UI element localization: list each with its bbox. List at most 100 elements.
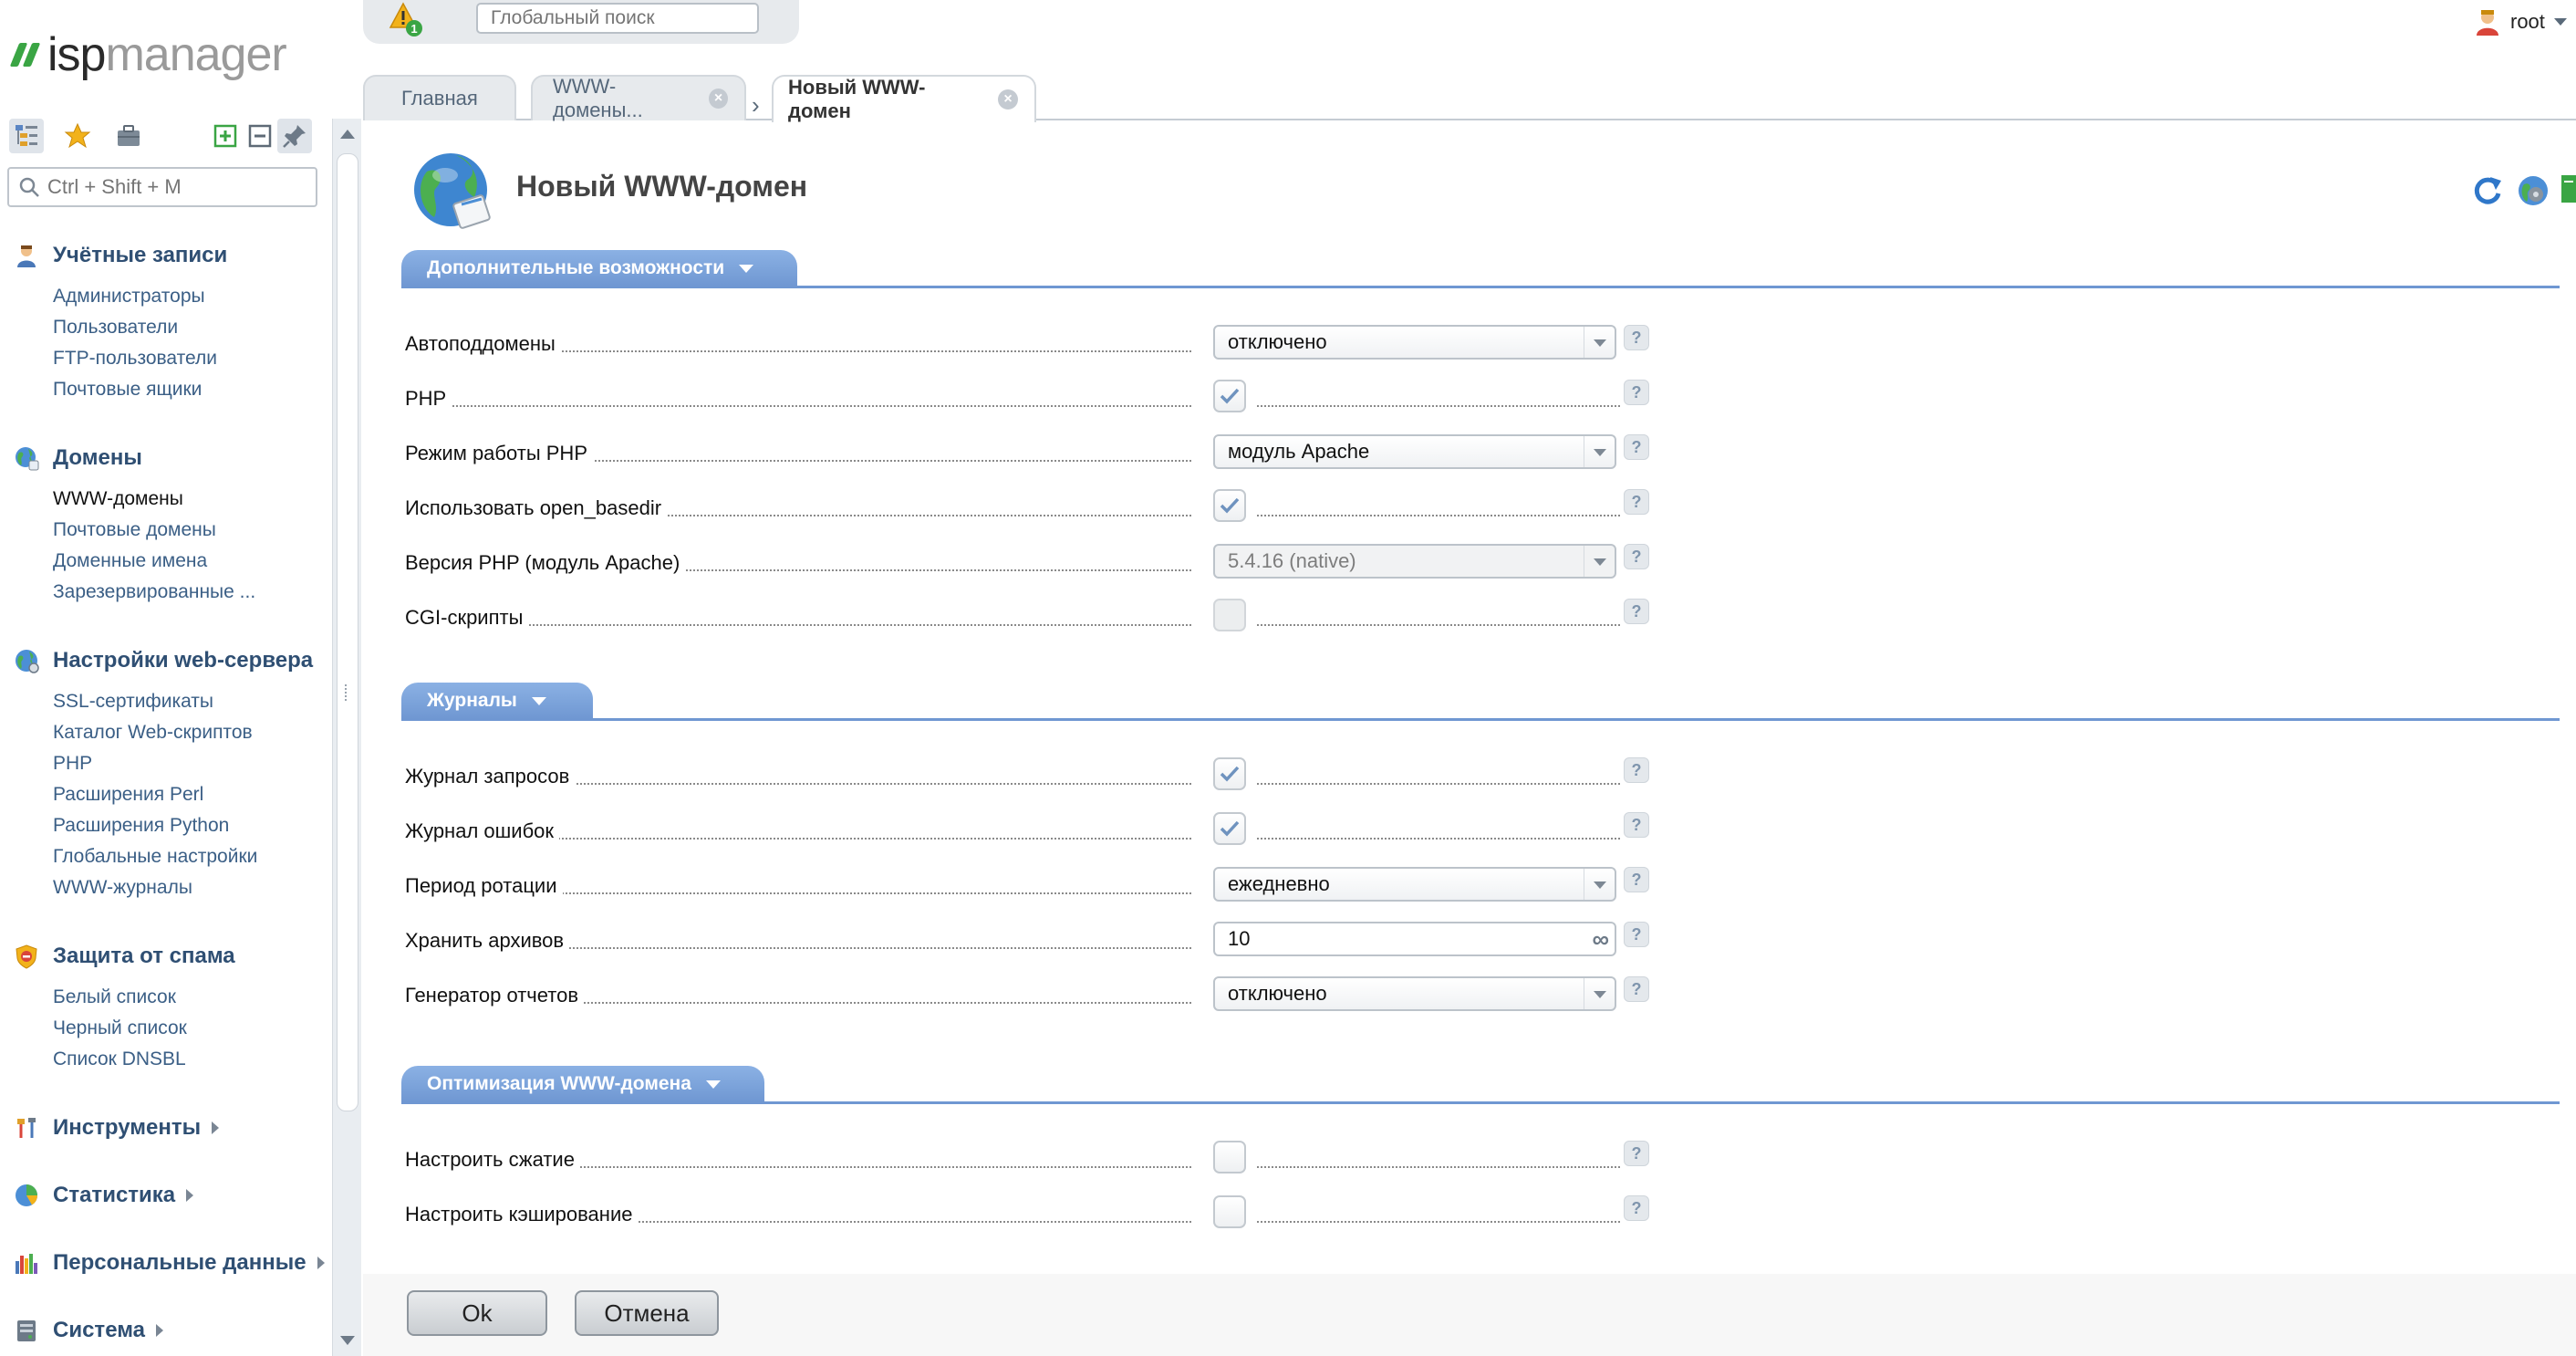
sidebar-search-input[interactable]	[47, 175, 312, 199]
help-icon[interactable]: ?	[1624, 1141, 1649, 1166]
sidebar-item-users[interactable]: Пользователи	[53, 312, 227, 343]
tab-www-domains[interactable]: WWW-домены... ×	[531, 75, 746, 121]
error-log-checkbox[interactable]	[1213, 812, 1246, 845]
ispmanager-logo[interactable]: ispmanager	[9, 26, 287, 84]
help-icon[interactable]: ?	[1624, 599, 1649, 624]
help-icon[interactable]: ?	[1624, 380, 1649, 405]
globe-settings-icon[interactable]	[2516, 173, 2550, 208]
sidebar-item-reserved[interactable]: Зарезервированные ...	[53, 577, 255, 608]
sidebar-item-global-settings[interactable]: Глобальные настройки	[53, 841, 313, 872]
cgi-scripts-checkbox[interactable]	[1213, 599, 1246, 631]
collapse-all-icon[interactable]	[243, 119, 277, 153]
menu-group-title: Домены	[53, 445, 142, 470]
menu-group-title: Настройки web-сервера	[53, 648, 314, 673]
sidebar-item-mailboxes[interactable]: Почтовые ящики	[53, 374, 227, 405]
leader-dots	[1257, 1221, 1620, 1223]
infinity-icon[interactable]: ∞	[1592, 927, 1609, 951]
user-menu[interactable]: root	[2474, 5, 2567, 38]
field-label: CGI-скрипты	[405, 606, 529, 630]
section-extra-features-header[interactable]: Дополнительные возможности	[401, 250, 797, 287]
ok-button[interactable]: Ok	[407, 1290, 547, 1336]
sidebar-item-www-logs[interactable]: WWW-журналы	[53, 872, 313, 903]
sidebar-item-ftp-users[interactable]: FTP-пользователи	[53, 343, 227, 374]
alert-count: 1	[410, 22, 417, 36]
scroll-up-arrow-icon[interactable]	[340, 130, 355, 139]
menu-group-system-header[interactable]: Система	[13, 1314, 164, 1347]
access-log-checkbox[interactable]	[1213, 757, 1246, 790]
resize-grip-icon[interactable]	[345, 684, 348, 701]
tab-new-www-domain[interactable]: Новый WWW-домен ×	[772, 75, 1036, 122]
close-tab-icon[interactable]: ×	[998, 89, 1018, 110]
help-icon[interactable]: ?	[1624, 434, 1649, 460]
sidebar-item-domain-names[interactable]: Доменные имена	[53, 546, 255, 577]
global-search-input[interactable]	[476, 3, 759, 34]
php-checkbox[interactable]	[1213, 380, 1246, 412]
pin-icon[interactable]	[277, 119, 312, 153]
help-icon[interactable]: ?	[1624, 544, 1649, 569]
sidebar-item-blacklist[interactable]: Черный список	[53, 1013, 235, 1044]
open-basedir-checkbox[interactable]	[1213, 489, 1246, 522]
sidebar-item-python-extensions[interactable]: Расширения Python	[53, 810, 313, 841]
report-generator-select[interactable]: отключено	[1213, 976, 1616, 1011]
help-icon[interactable]: ?	[1624, 867, 1649, 892]
menu-group-tools-header[interactable]: Инструменты	[13, 1111, 220, 1144]
select-value: отключено	[1228, 982, 1327, 1005]
menu-group-statistics-header[interactable]: Статистика	[13, 1179, 194, 1212]
help-icon[interactable]: ?	[1624, 922, 1649, 947]
sidebar-item-dnsbl[interactable]: Список DNSBL	[53, 1044, 235, 1075]
menu-group-personal-data-header[interactable]: Персональные данные	[13, 1246, 325, 1279]
sidebar-item-whitelist[interactable]: Белый список	[53, 982, 235, 1013]
menu-group-spam-header[interactable]: Защита от спама	[13, 940, 235, 973]
tree-view-icon[interactable]	[9, 119, 44, 153]
sidebar-item-ssl-certificates[interactable]: SSL-сертификаты	[53, 686, 313, 717]
leader-dots	[1257, 1166, 1620, 1168]
php-mode-select[interactable]: модуль Apache	[1213, 434, 1616, 469]
help-icon[interactable]: ?	[1624, 812, 1649, 838]
leader-dots	[1257, 838, 1620, 840]
help-icon[interactable]: ?	[1624, 1195, 1649, 1221]
field-php-version: Версия PHP (модуль Apache) 5.4.16 (nativ…	[405, 544, 1664, 580]
field-label: Настроить кэширование	[405, 1203, 639, 1226]
close-tab-icon[interactable]: ×	[709, 89, 728, 109]
scroll-down-arrow-icon[interactable]	[340, 1336, 355, 1345]
sidebar-item-administrators[interactable]: Администраторы	[53, 281, 227, 312]
field-label: Использовать open_basedir	[405, 496, 668, 520]
help-icon[interactable]: ?	[1624, 757, 1649, 783]
expand-all-icon[interactable]	[208, 119, 243, 153]
sidebar-item-web-scripts[interactable]: Каталог Web-скриптов	[53, 717, 313, 748]
caching-checkbox[interactable]	[1213, 1195, 1246, 1228]
sidebar-item-php[interactable]: PHP	[53, 748, 313, 779]
menu-group-webserver-header[interactable]: Настройки web-сервера	[13, 644, 313, 677]
cancel-button[interactable]: Отмена	[575, 1290, 719, 1336]
sidebar-item-mail-domains[interactable]: Почтовые домены	[53, 515, 255, 546]
section-optimization-header[interactable]: Оптимизация WWW-домена	[401, 1066, 764, 1102]
checkmark-icon	[1220, 766, 1240, 782]
favorites-star-icon[interactable]	[60, 119, 95, 153]
php-version-select[interactable]: 5.4.16 (native)	[1213, 544, 1616, 579]
help-icon[interactable]: ?	[1624, 976, 1649, 1002]
alert-warning-icon[interactable]: 1	[389, 2, 425, 38]
refresh-icon[interactable]	[2470, 173, 2505, 208]
tab-home[interactable]: Главная	[363, 75, 516, 120]
sidebar-scrollbar[interactable]	[332, 119, 361, 1356]
keep-archives-input[interactable]: 10 ∞	[1213, 922, 1616, 956]
tab-bar: Главная WWW-домены... × Новый WWW-домен …	[363, 75, 2576, 122]
sidebar-item-perl-extensions[interactable]: Расширения Perl	[53, 779, 313, 810]
help-icon[interactable]: ?	[1624, 489, 1649, 515]
autosubdomains-select[interactable]: отключено	[1213, 325, 1616, 360]
scrollbar-thumb[interactable]	[337, 153, 358, 1111]
sidebar-item-www-domains[interactable]: WWW-домены	[53, 484, 255, 515]
menu-group-accounts-header[interactable]: Учётные записи	[13, 239, 227, 272]
sidebar-search[interactable]	[7, 167, 317, 207]
checkmark-icon	[1220, 820, 1240, 837]
compression-checkbox[interactable]	[1213, 1141, 1246, 1173]
menu-group-domains-header[interactable]: Домены	[13, 442, 255, 475]
section-logs-header[interactable]: Журналы	[401, 683, 593, 719]
menu-group-system: Система	[13, 1314, 164, 1347]
tab-label: Новый WWW-домен	[788, 76, 926, 122]
section-divider	[401, 718, 2560, 721]
help-book-icon[interactable]	[2561, 173, 2576, 208]
help-icon[interactable]: ?	[1624, 325, 1649, 350]
rotation-period-select[interactable]: ежедневно	[1213, 867, 1616, 902]
briefcase-icon[interactable]	[111, 119, 146, 153]
